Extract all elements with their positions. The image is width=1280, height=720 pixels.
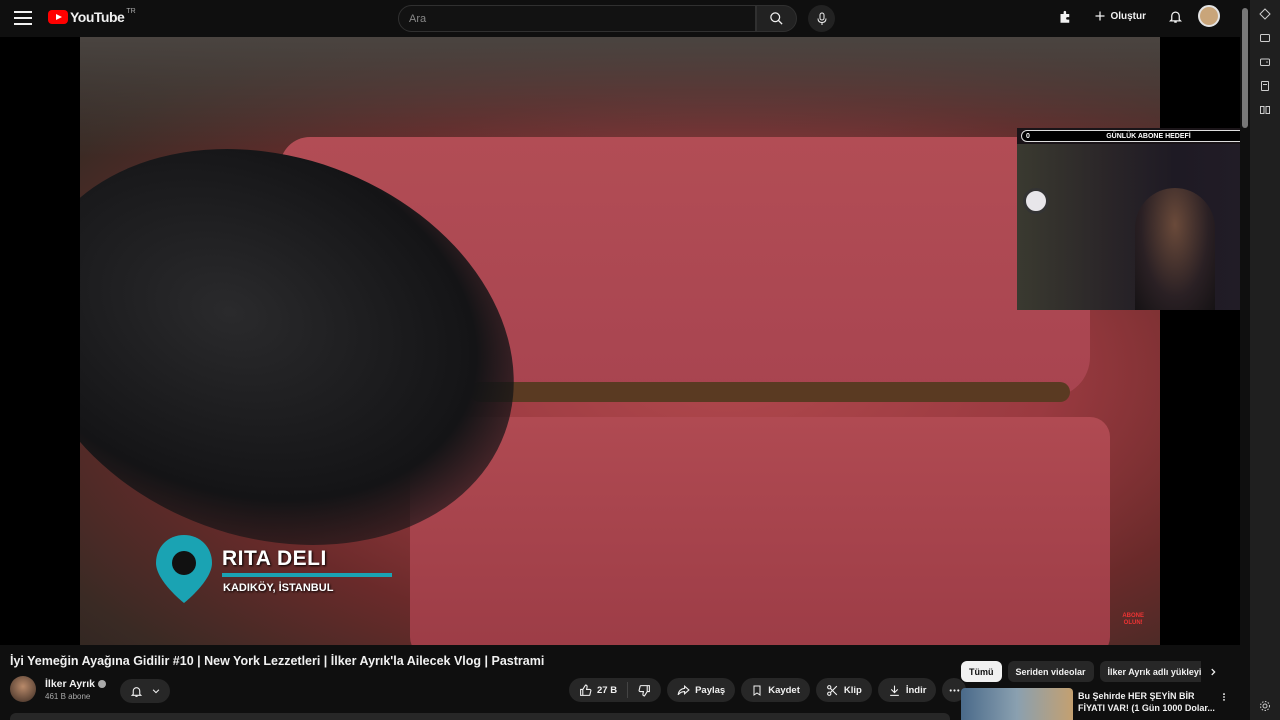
create-button[interactable]: Oluştur	[1088, 6, 1152, 26]
create-label: Oluştur	[1110, 10, 1146, 22]
channel-name-row: İlker Ayrık	[45, 678, 107, 690]
plus-icon	[1095, 11, 1105, 21]
channel-text: İlker Ayrık 461 B abone	[45, 678, 107, 701]
browser-side-panel	[1250, 0, 1280, 720]
related-filter-chips: Tümü Seriden videolar İlker Ayrık adlı y…	[961, 661, 1201, 682]
notifications-button[interactable]	[1164, 5, 1186, 27]
bookmark-icon	[753, 685, 761, 696]
bell-icon	[1168, 11, 1182, 23]
header-actions: Oluştur	[1054, 5, 1220, 27]
chip-all[interactable]: Tümü	[961, 661, 1002, 682]
save-label: Kaydet	[768, 684, 800, 696]
search-button[interactable]	[756, 5, 797, 32]
youtube-logo[interactable]: YouTube TR	[48, 7, 136, 25]
more-horizontal-icon	[949, 688, 960, 692]
subscription-bell-button[interactable]	[120, 679, 170, 703]
subscriber-count: 461 B abone	[45, 691, 91, 701]
location-underline	[222, 573, 392, 577]
sidebar-media-icon[interactable]	[1250, 26, 1280, 50]
sidebar-diamond-icon[interactable]	[1250, 2, 1280, 26]
meat-lower-slice	[410, 417, 1110, 645]
extension-button[interactable]	[1054, 5, 1076, 27]
subscriber-goal-bar: 0 GÜNLÜK ABONE HEDEFİ 6	[1021, 130, 1276, 142]
watermark-line-2: OLUN!	[1123, 620, 1143, 626]
meat-crust-layer	[470, 382, 1070, 402]
channel-name[interactable]: İlker Ayrık	[45, 678, 95, 690]
channel-avatar[interactable]	[10, 676, 36, 702]
download-label: İndir	[905, 684, 927, 696]
download-icon	[890, 685, 899, 696]
logo-country: TR	[126, 7, 136, 15]
microphone-icon	[817, 12, 826, 25]
chips-next-button[interactable]	[1205, 664, 1221, 680]
chip-uploader[interactable]: İlker Ayrık adlı yükleyici	[1099, 661, 1201, 682]
recommended-thumbnail[interactable]	[961, 688, 1073, 720]
more-vertical-icon	[1223, 693, 1225, 701]
recommended-video[interactable]: Bu Şehirde HER ŞEYİN BİR FİYATI VAR! (1 …	[961, 688, 1236, 720]
page-scrollbar[interactable]	[1240, 0, 1250, 720]
video-actions: 27 B Paylaş Kaydet Klip İndir	[569, 678, 967, 702]
scrollbar-thumb[interactable]	[1242, 8, 1248, 128]
dislike-button[interactable]	[628, 678, 661, 702]
account-avatar[interactable]	[1198, 5, 1220, 27]
bell-icon	[130, 686, 142, 697]
search-icon	[770, 12, 783, 25]
thumbs-up-icon	[580, 684, 592, 696]
video-player[interactable]: RITA DELI KADIKÖY, İSTANBUL ABONE OLUN!	[80, 37, 1160, 645]
share-icon	[677, 684, 690, 695]
share-button[interactable]: Paylaş	[667, 678, 736, 702]
chevron-right-icon	[1211, 668, 1216, 676]
top-bar: YouTube TR Oluştur	[0, 0, 1240, 37]
menu-icon[interactable]	[14, 11, 32, 25]
thumbs-down-icon	[638, 684, 650, 696]
chevron-down-icon	[152, 689, 159, 694]
share-label: Paylaş	[695, 684, 726, 696]
goal-label: GÜNLÜK ABONE HEDEFİ	[1106, 132, 1191, 140]
sidebar-notes-icon[interactable]	[1250, 74, 1280, 98]
location-subtitle: KADIKÖY, İSTANBUL	[223, 582, 334, 594]
clip-button[interactable]: Klip	[815, 678, 872, 702]
ring-light	[1023, 188, 1049, 214]
download-button[interactable]: İndir	[877, 678, 937, 702]
description-box-edge[interactable]	[10, 713, 950, 720]
subscribe-watermark: ABONE OLUN!	[1122, 613, 1144, 627]
location-title: RITA DELI	[222, 547, 327, 570]
puzzle-icon	[1060, 10, 1070, 23]
goal-current: 0	[1026, 132, 1030, 140]
save-button[interactable]: Kaydet	[741, 678, 810, 702]
logo-text: YouTube	[70, 9, 125, 25]
scissors-icon	[826, 684, 838, 696]
clip-label: Klip	[843, 684, 862, 696]
verified-icon	[98, 679, 107, 688]
chip-series-videos[interactable]: Seriden videolar	[1007, 661, 1094, 682]
player-letterbox-left	[0, 37, 80, 645]
sidebar-wallet-icon[interactable]	[1250, 50, 1280, 74]
channel-info: İlker Ayrık 461 B abone	[10, 676, 107, 702]
search-box	[398, 5, 756, 32]
search-input[interactable]	[399, 6, 755, 31]
sidebar-reader-icon[interactable]	[1250, 98, 1280, 122]
recommended-title[interactable]: Bu Şehirde HER ŞEYİN BİR FİYATI VAR! (1 …	[1078, 690, 1218, 714]
sidebar-settings-icon[interactable]	[1250, 694, 1280, 718]
recommended-menu-button[interactable]	[1219, 690, 1229, 708]
watermark-line-1: ABONE	[1122, 613, 1144, 619]
like-button[interactable]: 27 B	[569, 678, 627, 702]
like-dislike-group: 27 B	[569, 678, 662, 702]
like-count: 27 B	[597, 684, 618, 696]
voice-search-button[interactable]	[808, 5, 835, 32]
streamer	[1135, 188, 1215, 310]
location-pin-icon	[156, 535, 212, 603]
video-title: İyi Yemeğin Ayağına Gidilir #10 | New Yo…	[10, 654, 545, 668]
play-logo-icon	[48, 10, 68, 24]
